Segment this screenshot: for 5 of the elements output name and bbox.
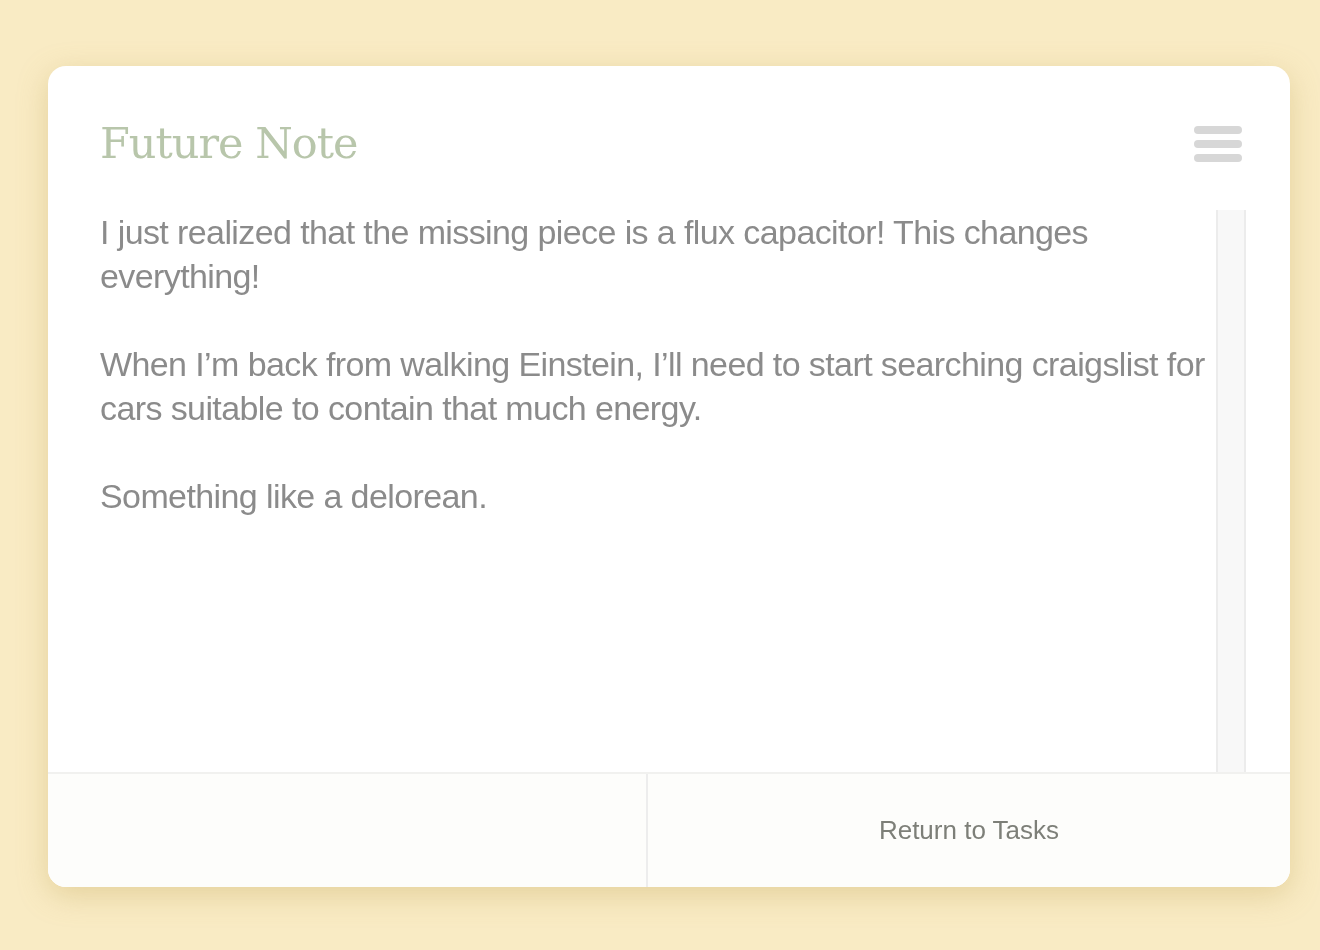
menu-icon[interactable] <box>1194 126 1242 162</box>
note-title: Future Note <box>100 118 358 170</box>
note-paragraph: Something like a delorean. <box>100 476 488 517</box>
note-paragraph: I just realized that the missing piece is a flux capacitor! This changes everything! <box>100 212 1090 297</box>
note-paragraph: When I’m back from walking Einstein, I’ll need to start searching craigslist for cars suitable to contain that much energy. <box>100 344 1206 429</box>
